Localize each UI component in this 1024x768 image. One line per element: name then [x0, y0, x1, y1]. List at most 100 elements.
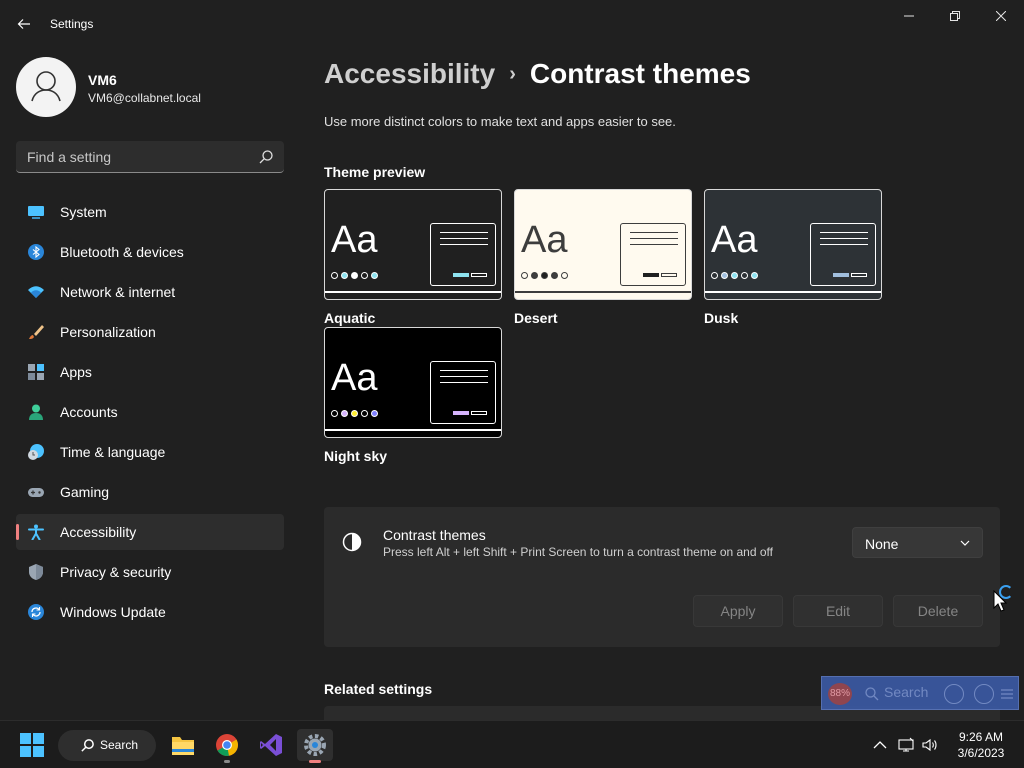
title-bar: Settings: [0, 0, 1024, 48]
clock-globe-icon: [28, 444, 44, 460]
sidebar-item-label: Gaming: [60, 484, 110, 500]
sidebar-item-system[interactable]: System: [16, 194, 284, 230]
avatar: [16, 57, 76, 117]
windows-logo-icon: [20, 746, 31, 757]
theme-mini-line: [440, 238, 488, 239]
sidebar-item-accounts[interactable]: Accounts: [16, 394, 284, 430]
sidebar-item-label: Accounts: [60, 404, 118, 420]
apply-button[interactable]: Apply: [693, 595, 783, 627]
app-title: Settings: [50, 17, 94, 31]
theme-color-dot: [561, 272, 568, 279]
theme-mini-window: [810, 223, 876, 286]
floating-toolbar[interactable]: 88% Search: [821, 676, 1019, 710]
theme-color-dot: [351, 272, 358, 279]
taskbar-search[interactable]: Search: [58, 730, 156, 761]
theme-mini-line: [630, 244, 678, 245]
search-icon: [81, 739, 94, 752]
person-icon: [31, 71, 61, 102]
theme-color-dot: [731, 272, 738, 279]
visual-studio-button[interactable]: [253, 729, 289, 761]
theme-card-aquatic[interactable]: Aa: [324, 189, 502, 300]
sidebar-item-label: Network & internet: [60, 284, 176, 300]
sidebar-nav: System Bluetooth & devices Network & int…: [16, 194, 284, 634]
sidebar-item-label: Privacy & security: [60, 564, 172, 580]
back-arrow-icon: [17, 19, 30, 29]
contrast-themes-description: Press left Alt + left Shift + Print Scre…: [383, 545, 773, 559]
folder-icon: [172, 737, 194, 755]
theme-color-dots: [711, 272, 758, 279]
history-icon[interactable]: [974, 684, 994, 704]
chrome-button[interactable]: [209, 729, 245, 763]
breadcrumb-parent-link[interactable]: Accessibility: [324, 58, 495, 89]
theme-color-dots: [331, 272, 378, 279]
file-explorer-button[interactable]: [165, 729, 201, 761]
theme-card-night-sky[interactable]: Aa: [324, 327, 502, 438]
sidebar-item-label: Windows Update: [60, 604, 166, 620]
theme-baseline: [325, 291, 501, 293]
theme-mini-button: [661, 273, 677, 277]
theme-mini-window: [430, 361, 496, 424]
maximize-button[interactable]: [932, 4, 978, 28]
theme-mini-button: [643, 273, 659, 277]
brush-icon: [29, 325, 44, 339]
user-name: VM6: [88, 72, 117, 88]
close-icon: [995, 10, 1007, 22]
search-icon: [865, 687, 879, 701]
theme-mini-button: [453, 411, 469, 415]
back-button[interactable]: [12, 12, 36, 36]
gamepad-icon: [28, 488, 44, 497]
edit-button[interactable]: Edit: [793, 595, 883, 627]
system-clock[interactable]: 9:26 AM 3/6/2023: [950, 729, 1012, 761]
restore-icon: [950, 11, 960, 21]
user-profile[interactable]: VM6 VM6@collabnet.local: [16, 57, 286, 117]
theme-mini-button: [833, 273, 849, 277]
grid-icon[interactable]: [944, 684, 964, 704]
sidebar-item-privacy[interactable]: Privacy & security: [16, 554, 284, 590]
theme-preview-heading: Theme preview: [324, 164, 426, 180]
start-button[interactable]: [20, 733, 44, 757]
sidebar-item-apps[interactable]: Apps: [16, 354, 284, 390]
close-button[interactable]: [978, 4, 1024, 28]
theme-mini-button: [851, 273, 867, 277]
sidebar-item-network[interactable]: Network & internet: [16, 274, 284, 310]
theme-color-dot: [521, 272, 528, 279]
windows-logo-icon: [20, 733, 31, 744]
sidebar-item-bluetooth[interactable]: Bluetooth & devices: [16, 234, 284, 270]
theme-mini-window: [430, 223, 496, 286]
sidebar-item-accessibility[interactable]: Accessibility: [16, 514, 284, 550]
sidebar-item-gaming[interactable]: Gaming: [16, 474, 284, 510]
network-icon[interactable]: [898, 737, 914, 753]
sidebar-item-personalization[interactable]: Personalization: [16, 314, 284, 350]
minimize-button[interactable]: [886, 4, 932, 28]
sidebar-item-time-language[interactable]: Time & language: [16, 434, 284, 470]
settings-app-button[interactable]: [297, 729, 333, 763]
theme-color-dot: [331, 272, 338, 279]
shield-icon: [29, 564, 43, 580]
contrast-themes-panel: Contrast themes Press left Alt + left Sh…: [324, 507, 1000, 647]
sidebar-item-windows-update[interactable]: Windows Update: [16, 594, 284, 630]
menu-icon[interactable]: [1000, 687, 1014, 701]
theme-card-desert[interactable]: Aa: [514, 189, 692, 300]
theme-mini-line: [820, 232, 868, 233]
chevron-up-icon[interactable]: [872, 737, 888, 753]
theme-mini-line: [440, 232, 488, 233]
sidebar-item-label: Accessibility: [60, 524, 137, 540]
volume-icon[interactable]: [922, 737, 938, 753]
person-icon: [29, 404, 43, 420]
theme-color-dot: [531, 272, 538, 279]
theme-color-dots: [331, 410, 378, 417]
user-email: VM6@collabnet.local: [88, 91, 201, 105]
sidebar-item-label: Bluetooth & devices: [60, 244, 184, 260]
theme-mini-line: [820, 238, 868, 239]
overlay-search-label[interactable]: Search: [884, 684, 928, 700]
page-title: Contrast themes: [529, 58, 751, 89]
contrast-theme-dropdown[interactable]: None: [852, 527, 983, 558]
sidebar-item-label: System: [60, 204, 107, 220]
search-input[interactable]: Find a setting: [16, 141, 284, 173]
running-indicator: [309, 760, 321, 763]
theme-color-dot: [741, 272, 748, 279]
chevron-down-icon: [960, 540, 970, 546]
theme-name-label: Desert: [514, 310, 558, 326]
delete-button[interactable]: Delete: [893, 595, 983, 627]
theme-card-dusk[interactable]: Aa: [704, 189, 882, 300]
